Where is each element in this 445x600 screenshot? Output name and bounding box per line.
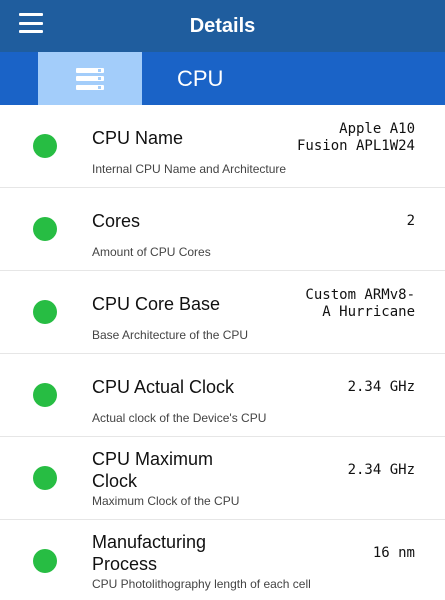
status-dot-icon (33, 466, 57, 490)
status-dot-icon (33, 217, 57, 241)
row-title: CPU Core Base (92, 294, 221, 314)
row-title: CPU Actual Clock (92, 377, 235, 397)
list-item-cores[interactable]: Cores 2 Amount of CPU Cores (0, 188, 445, 271)
row-description: CPU Photolithography length of each cell (92, 577, 311, 591)
row-value: 16 nm (372, 544, 415, 561)
hamburger-menu-icon[interactable] (19, 13, 43, 33)
list-item-cpu-core-base[interactable]: CPU Core Base Custom ARMv8- A Hurricane … (0, 271, 445, 354)
cpu-details-list: CPU Name Apple A10 Fusion APL1W24 Intern… (0, 105, 445, 600)
status-dot-icon (33, 134, 57, 158)
row-description: Actual clock of the Device's CPU (92, 411, 267, 425)
status-dot-icon (33, 300, 57, 324)
row-description: Internal CPU Name and Architecture (92, 162, 287, 176)
list-item-cpu-maximum-clock[interactable]: CPU Maximum Clock 2.34 GHz Maximum Clock… (0, 437, 445, 520)
status-dot-icon (33, 549, 57, 573)
row-description: Maximum Clock of the CPU (92, 494, 240, 508)
row-title: Cores (92, 211, 141, 231)
section-title: CPU (177, 65, 224, 91)
section-header: CPU (0, 52, 445, 105)
row-description: Base Architecture of the CPU (92, 328, 249, 342)
row-value: 2.34 GHz (347, 461, 415, 478)
row-title: Manufacturing Process (92, 532, 207, 574)
section-icon-tab[interactable] (38, 52, 142, 105)
row-value: Custom ARMv8- A Hurricane (305, 287, 415, 320)
row-title: CPU Maximum Clock (92, 449, 214, 491)
row-description: Amount of CPU Cores (92, 245, 211, 259)
row-title: CPU Name (92, 128, 184, 148)
page-title: Details (189, 14, 256, 37)
list-item-manufacturing-process[interactable]: Manufacturing Process 16 nm CPU Photolit… (0, 520, 445, 600)
server-icon (76, 67, 104, 90)
top-app-bar: Details (0, 0, 445, 52)
status-dot-icon (33, 383, 57, 407)
list-item-cpu-actual-clock[interactable]: CPU Actual Clock 2.34 GHz Actual clock o… (0, 354, 445, 437)
row-value: 2 (406, 212, 415, 229)
list-item-cpu-name[interactable]: CPU Name Apple A10 Fusion APL1W24 Intern… (0, 105, 445, 188)
row-value: Apple A10 Fusion APL1W24 (296, 121, 415, 154)
row-value: 2.34 GHz (347, 378, 415, 395)
